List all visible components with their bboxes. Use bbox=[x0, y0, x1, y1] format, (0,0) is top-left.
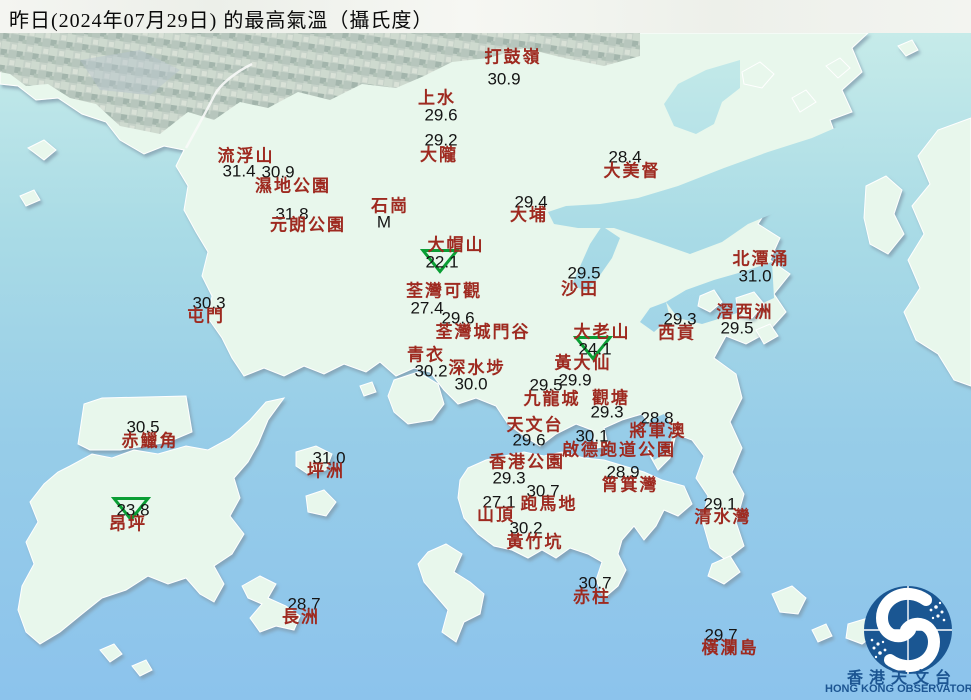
station-labels-layer: 30.9 打鼓嶺 29.6 上水 29.2 大隴 28.4 大美督 31.4 流浮山 30.9 濕地公… bbox=[0, 0, 971, 700]
station-temp-value: 29.5 bbox=[720, 318, 754, 338]
station-temp-value: 30.0 bbox=[454, 374, 488, 394]
station-name-label: 深水埗 bbox=[448, 358, 506, 378]
logo-name-english: HONG KONG OBSERVATORY bbox=[825, 683, 971, 695]
station-name-label: 橫瀾島 bbox=[701, 638, 759, 658]
station-name-label: 沙田 bbox=[561, 279, 599, 299]
station-name-label: 石崗 bbox=[371, 196, 409, 216]
station-name-label: 坪洲 bbox=[307, 461, 345, 481]
station-temp-value: 27.4 bbox=[410, 298, 444, 318]
station-name-label: 長洲 bbox=[282, 607, 320, 627]
station-name-label: 滘西洲 bbox=[716, 302, 774, 322]
station-name-label: 赤柱 bbox=[573, 587, 611, 607]
station-name-label: 香港公園 bbox=[489, 452, 565, 472]
station-name-label: 大帽山 bbox=[427, 235, 485, 255]
station-name-label: 昂坪 bbox=[109, 514, 147, 534]
station-name-label: 大埔 bbox=[510, 205, 548, 225]
station-name-label: 黃大仙 bbox=[554, 353, 612, 373]
station-name-label: 九龍城 bbox=[523, 389, 581, 409]
hko-max-temperature-map-screen: 昨日(2024年07月29日) 的最高氣溫（攝氏度） 30.9 打鼓嶺 29.6 上水… bbox=[0, 0, 971, 700]
station-name-label: 筲箕灣 bbox=[601, 475, 659, 495]
station-name-label: 將軍澳 bbox=[629, 421, 687, 441]
station-name-label: 濕地公園 bbox=[255, 176, 331, 196]
station-name-label: 大隴 bbox=[420, 145, 458, 165]
station-name-label: 北潭涌 bbox=[732, 249, 790, 269]
station-name-label: 上水 bbox=[418, 88, 456, 108]
station-name-label: 清水灣 bbox=[694, 507, 752, 527]
station-name-label: 元朗公園 bbox=[270, 215, 346, 235]
station-name-label: 青衣 bbox=[407, 345, 445, 365]
station-temp-value: 30.9 bbox=[487, 69, 521, 89]
station-name-label: 大老山 bbox=[573, 322, 631, 342]
station-name-label: 赤鱲角 bbox=[121, 431, 179, 451]
station-temp-value: 31.0 bbox=[738, 266, 772, 286]
station-temp-value: 29.6 bbox=[424, 105, 458, 125]
station-name-label: 天文台 bbox=[506, 415, 564, 435]
station-name-label: 啟德跑道公園 bbox=[562, 440, 676, 460]
station-name-label: 跑馬地 bbox=[520, 494, 578, 514]
station-temp-value: 22.1 bbox=[425, 252, 459, 272]
station-name-label: 西貢 bbox=[658, 323, 696, 343]
station-temp-value: 30.2 bbox=[414, 361, 448, 381]
station-name-label: 打鼓嶺 bbox=[484, 47, 542, 67]
station-name-label: 荃灣城門谷 bbox=[435, 322, 531, 342]
station-temp-value: 29.3 bbox=[492, 468, 526, 488]
station-name-label: 大美督 bbox=[603, 161, 661, 181]
station-name-label: 觀塘 bbox=[592, 388, 630, 408]
station-temp-value: M bbox=[376, 212, 392, 232]
station-name-label: 黃竹坑 bbox=[506, 532, 564, 552]
hko-logo: 香港天文台 HONG KONG OBSERVATORY bbox=[825, 583, 971, 700]
station-name-label: 荃灣可觀 bbox=[406, 281, 482, 301]
station-temp-value: 29.9 bbox=[558, 370, 592, 390]
station-name-label: 屯門 bbox=[187, 306, 225, 326]
